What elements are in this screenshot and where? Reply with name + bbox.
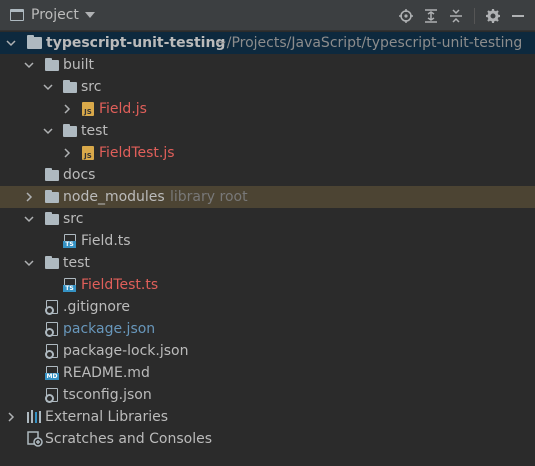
chevron-right-icon[interactable] xyxy=(6,412,16,422)
scratches-icon xyxy=(27,431,43,447)
chevron-right-icon[interactable] xyxy=(24,192,34,202)
tree-item-fieldtest-js[interactable]: JS FieldTest.js xyxy=(0,142,535,164)
library-icon xyxy=(26,410,42,426)
tree-item-field-js[interactable]: JS Field.js xyxy=(0,98,535,120)
folder-icon xyxy=(45,168,59,181)
tree-item-label: Field.ts xyxy=(81,233,131,249)
hide-icon[interactable] xyxy=(511,9,525,23)
expand-all-icon[interactable] xyxy=(424,8,438,23)
folder-icon xyxy=(63,124,77,137)
tree-item-built-src[interactable]: src xyxy=(0,76,535,98)
tree-item-label: Field.js xyxy=(99,101,147,117)
tree-item-built-test[interactable]: test xyxy=(0,120,535,142)
tree-item-label: .gitignore xyxy=(63,299,130,315)
root-project-path: ~/Projects/JavaScript/typescript-unit-te… xyxy=(215,35,523,51)
typescript-file-icon: TS xyxy=(63,278,76,292)
tree-item-label: test xyxy=(81,123,108,139)
folder-icon xyxy=(45,190,59,203)
chevron-right-icon[interactable] xyxy=(62,148,72,158)
markdown-file-icon: MD xyxy=(45,366,59,380)
tree-root-row[interactable]: typescript-unit-testing ~/Projects/JavaS… xyxy=(0,32,535,54)
library-root-tag: library root xyxy=(170,189,248,205)
tree-item-test[interactable]: test xyxy=(0,252,535,274)
chevron-down-icon[interactable] xyxy=(43,126,53,136)
tree-item-tsconfig-json[interactable]: tsconfig.json xyxy=(0,384,535,406)
tree-item-node-modules[interactable]: node_modules library root xyxy=(0,186,535,208)
folder-icon xyxy=(45,256,59,269)
config-file-icon xyxy=(45,300,58,315)
project-tool-window-header: Project xyxy=(0,0,535,31)
folder-icon xyxy=(45,58,59,71)
chevron-down-icon[interactable] xyxy=(24,258,34,268)
tree-item-label: tsconfig.json xyxy=(63,387,152,403)
tree-item-label: test xyxy=(63,255,90,271)
project-view-icon xyxy=(10,9,24,21)
tree-item-src[interactable]: src xyxy=(0,208,535,230)
tree-item-gitignore[interactable]: .gitignore xyxy=(0,296,535,318)
config-file-icon xyxy=(45,322,58,337)
toolbar-separator xyxy=(474,7,475,24)
javascript-file-icon: JS xyxy=(82,102,94,116)
root-project-name: typescript-unit-testing xyxy=(46,35,226,51)
tree-item-label: built xyxy=(63,57,95,73)
folder-icon xyxy=(27,35,42,49)
tree-item-label: package.json xyxy=(63,321,156,337)
config-file-icon xyxy=(45,388,58,403)
javascript-file-icon: JS xyxy=(82,146,94,160)
tree-item-label: README.md xyxy=(63,365,150,381)
chevron-down-icon[interactable] xyxy=(84,12,95,18)
chevron-down-icon[interactable] xyxy=(43,82,53,92)
tree-item-label: docs xyxy=(63,167,96,183)
tree-item-label: package-lock.json xyxy=(63,343,189,359)
header-toolbar xyxy=(399,0,525,31)
tree-item-label: src xyxy=(81,79,102,95)
typescript-file-icon: TS xyxy=(63,234,76,248)
tree-item-label: src xyxy=(63,211,84,227)
chevron-down-icon[interactable] xyxy=(6,38,16,48)
tree-item-field-ts[interactable]: TS Field.ts xyxy=(0,230,535,252)
chevron-down-icon[interactable] xyxy=(24,60,34,70)
tree-item-package-json[interactable]: package.json xyxy=(0,318,535,340)
tree-item-package-lock-json[interactable]: package-lock.json xyxy=(0,340,535,362)
tree-item-scratches-and-consoles[interactable]: Scratches and Consoles xyxy=(0,428,535,450)
chevron-right-icon[interactable] xyxy=(62,104,72,114)
project-view-title[interactable]: Project xyxy=(31,7,79,23)
locate-icon[interactable] xyxy=(399,8,413,23)
tree-item-built[interactable]: built xyxy=(0,54,535,76)
tree-item-label: FieldTest.ts xyxy=(81,277,159,293)
tree-item-label: FieldTest.js xyxy=(99,145,175,161)
tree-item-fieldtest-ts[interactable]: TS FieldTest.ts xyxy=(0,274,535,296)
chevron-down-icon[interactable] xyxy=(24,214,34,224)
tree-item-label: Scratches and Consoles xyxy=(45,431,212,447)
settings-gear-icon[interactable] xyxy=(486,8,500,23)
tree-item-docs[interactable]: docs xyxy=(0,164,535,186)
tree-item-readme[interactable]: MD README.md xyxy=(0,362,535,384)
tree-item-label: node_modules xyxy=(63,189,165,205)
collapse-all-icon[interactable] xyxy=(449,8,463,23)
config-file-icon xyxy=(45,344,58,359)
folder-icon xyxy=(63,80,77,93)
folder-icon xyxy=(45,212,59,225)
tree-item-external-libraries[interactable]: External Libraries xyxy=(0,406,535,428)
tree-item-label: External Libraries xyxy=(45,409,168,425)
